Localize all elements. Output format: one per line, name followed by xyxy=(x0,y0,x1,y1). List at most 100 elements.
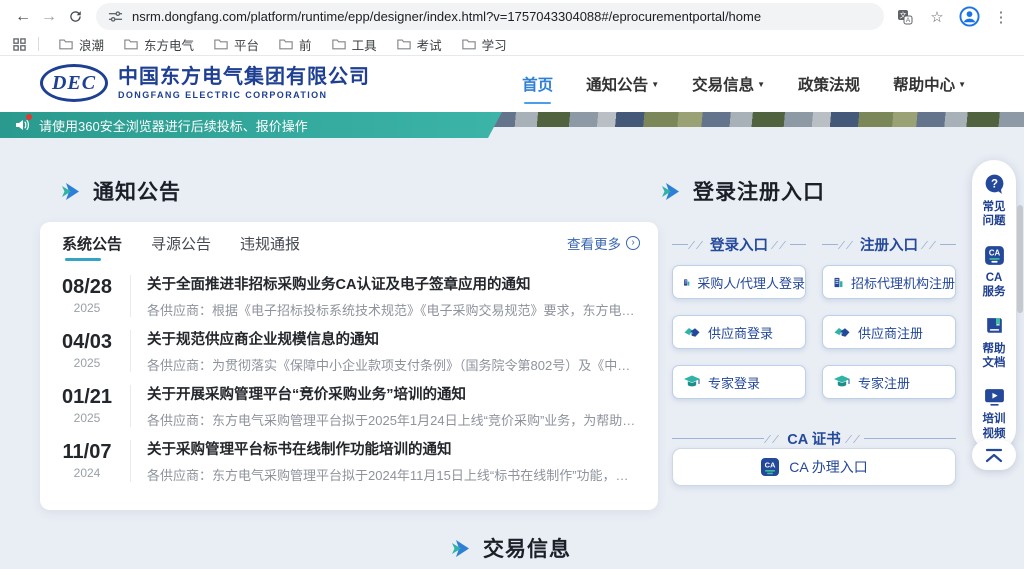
apps-grid-icon[interactable] xyxy=(10,33,28,55)
nav-item-home[interactable]: 首页 xyxy=(522,73,553,95)
tool-label-line2: 问题 xyxy=(983,215,1006,227)
svg-text:CA: CA xyxy=(988,248,1000,257)
buyer-agent-login-button[interactable]: 采购人/代理人登录 xyxy=(672,265,806,299)
nav-item-trade-info[interactable]: 交易信息 ▼ xyxy=(692,73,765,95)
bookmark-label: 考试 xyxy=(417,35,442,54)
back-to-top-icon xyxy=(985,448,1003,463)
decor-line xyxy=(822,244,838,245)
list-item[interactable]: 04/03 2025 关于规范供应商企业规模信息的通知 各供应商：为贯彻落实《保… xyxy=(54,323,640,378)
back-to-top-button[interactable] xyxy=(972,440,1016,470)
forward-icon[interactable]: → xyxy=(36,4,62,30)
announcements-section-title: 通知公告 xyxy=(62,176,181,206)
tab-system-notices[interactable]: 系统公告 xyxy=(62,222,122,264)
bookmark-label: 前 xyxy=(299,35,312,54)
bookmark-star-icon[interactable]: ☆ xyxy=(926,6,948,28)
menu-dots-icon[interactable]: ⋮ xyxy=(990,6,1012,28)
bookmark-label: 学习 xyxy=(482,35,507,54)
translate-icon[interactable]: 文A xyxy=(894,6,916,28)
folder-icon xyxy=(397,38,411,50)
nav-label: 首页 xyxy=(522,73,553,95)
item-description: 各供应商：东方电气采购管理平台拟于2025年1月24日上线“竞价采购”业务，为帮… xyxy=(147,410,640,429)
section-title-text: 交易信息 xyxy=(483,533,571,563)
training-videos-tool[interactable]: 培训视频 xyxy=(983,385,1006,441)
expert-register-button[interactable]: 专家注册 xyxy=(822,365,956,399)
tool-label: 培训视频 xyxy=(983,412,1006,441)
item-date-year: 2025 xyxy=(74,356,101,370)
chevron-down-icon: ▼ xyxy=(651,80,659,89)
apps-grid-glyph xyxy=(13,38,26,51)
company-logo[interactable]: DEC 中国东方电气集团有限公司 DONGFANG ELECTRIC CORPO… xyxy=(40,64,370,102)
item-date-mmdd: 04/03 xyxy=(62,331,112,354)
bookmark-folder[interactable]: 平台 xyxy=(204,35,269,54)
nav-item-notices[interactable]: 通知公告 ▼ xyxy=(586,73,659,95)
back-icon[interactable]: ← xyxy=(10,4,36,30)
profile-avatar-icon[interactable] xyxy=(958,6,980,28)
help-docs-tool[interactable]: 帮助文档 xyxy=(983,315,1006,371)
expert-login-button[interactable]: 专家登录 xyxy=(672,365,806,399)
item-date: 01/21 2025 xyxy=(54,386,120,425)
button-label: 专家注册 xyxy=(858,373,910,392)
item-texts: 关于规范供应商企业规模信息的通知 各供应商：为贯彻落实《保障中小企业款项支付条例… xyxy=(147,328,640,374)
item-title[interactable]: 关于开展采购管理平台“竞价采购业务”培训的通知 xyxy=(147,383,640,404)
url-text[interactable]: nsrm.dongfang.com/platform/runtime/epp/d… xyxy=(132,9,761,24)
bookmark-folder[interactable]: 前 xyxy=(269,35,322,54)
list-item[interactable]: 11/07 2024 关于采购管理平台标书在线制作功能培训的通知 各供应商：东方… xyxy=(54,433,640,488)
nav-item-policies[interactable]: 政策法规 xyxy=(798,73,860,95)
bookmark-folder[interactable]: 学习 xyxy=(452,35,517,54)
view-more-link[interactable]: 查看更多 › xyxy=(567,233,640,253)
bookmark-folder[interactable]: 工具 xyxy=(322,35,387,54)
announcements-card: 系统公告 寻源公告 违规通报 查看更多 › 08/28 2025 关于全面推进非… xyxy=(40,222,658,510)
trade-info-section-title: 交易信息 xyxy=(452,533,571,563)
ca-service-tool[interactable]: CA CA服务 xyxy=(983,244,1006,300)
item-title[interactable]: 关于规范供应商企业规模信息的通知 xyxy=(147,328,640,349)
tool-label-line1: 培训 xyxy=(983,413,1006,425)
login-header-text: 登录入口 xyxy=(710,234,768,255)
screen: ← → nsrm.dongfang.com/platform/runtime/e… xyxy=(0,0,1024,569)
video-icon xyxy=(983,385,1006,408)
tab-violation-reports[interactable]: 违规通报 xyxy=(240,222,300,264)
item-title[interactable]: 关于全面推进非招标采购业务CA认证及电子签章应用的通知 xyxy=(147,273,640,294)
ca-service-entry-button[interactable]: CA CA 办理入口 xyxy=(672,448,956,486)
dec-logo-oval: DEC xyxy=(40,64,108,102)
nav-item-help-center[interactable]: 帮助中心 ▼ xyxy=(893,73,966,95)
ca-button-label: CA 办理入口 xyxy=(789,457,868,477)
supplier-register-button[interactable]: 供应商注册 xyxy=(822,315,956,349)
document-icon xyxy=(983,315,1006,338)
folder-icon xyxy=(214,38,228,50)
list-item[interactable]: 08/28 2025 关于全面推进非招标采购业务CA认证及电子签章应用的通知 各… xyxy=(54,268,640,323)
faq-tool[interactable]: ? 常见问题 xyxy=(983,173,1006,229)
browser-chrome: ← → nsrm.dongfang.com/platform/runtime/e… xyxy=(0,0,1024,112)
bookmark-folder[interactable]: 考试 xyxy=(387,35,452,54)
dec-logo-text: DEC xyxy=(52,72,96,95)
browser-action-icons: 文A ☆ ⋮ xyxy=(894,6,1014,28)
button-label: 招标代理机构注册 xyxy=(851,273,955,292)
scrollbar-thumb[interactable] xyxy=(1017,205,1023,313)
decor-line xyxy=(940,244,956,245)
bookmark-label: 平台 xyxy=(234,35,259,54)
bookmark-folder[interactable]: 浪潮 xyxy=(49,35,114,54)
notice-ticker-bar[interactable]: 请使用360安全浏览器进行后续投标、报价操作 xyxy=(0,112,502,138)
ca-certificate-header: CA 证书 xyxy=(672,428,956,449)
bidding-agency-register-button[interactable]: 招标代理机构注册 xyxy=(822,265,956,299)
item-date-mmdd: 11/07 xyxy=(63,441,112,464)
url-bar[interactable]: nsrm.dongfang.com/platform/runtime/epp/d… xyxy=(96,3,884,30)
item-texts: 关于全面推进非招标采购业务CA认证及电子签章应用的通知 各供应商：根据《电子招标… xyxy=(147,273,640,319)
list-item[interactable]: 01/21 2025 关于开展采购管理平台“竞价采购业务”培训的通知 各供应商：… xyxy=(54,378,640,433)
item-title[interactable]: 关于采购管理平台标书在线制作功能培训的通知 xyxy=(147,438,640,459)
nav-label: 政策法规 xyxy=(798,73,860,95)
reload-icon[interactable] xyxy=(62,4,88,30)
site-settings-icon[interactable] xyxy=(108,9,123,24)
login-buttons-grid: 采购人/代理人登录 招标代理机构注册 供应商登录 供应商注册 专家登录 专家注册 xyxy=(672,265,956,399)
announcement-list: 08/28 2025 关于全面推进非招标采购业务CA认证及电子签章应用的通知 各… xyxy=(40,264,658,488)
section-title-text: 登录注册入口 xyxy=(693,176,825,206)
tool-label: CA服务 xyxy=(983,271,1006,300)
bookmark-folder[interactable]: 东方电气 xyxy=(114,35,204,54)
tool-label-line1: 常见 xyxy=(983,201,1006,213)
decor-line xyxy=(790,244,806,245)
supplier-login-button[interactable]: 供应商登录 xyxy=(672,315,806,349)
tab-sourcing-notices[interactable]: 寻源公告 xyxy=(151,222,211,264)
item-date: 04/03 2025 xyxy=(54,331,120,370)
item-date-year: 2025 xyxy=(74,411,101,425)
decor-line xyxy=(672,438,764,439)
bookmark-label: 东方电气 xyxy=(144,35,194,54)
